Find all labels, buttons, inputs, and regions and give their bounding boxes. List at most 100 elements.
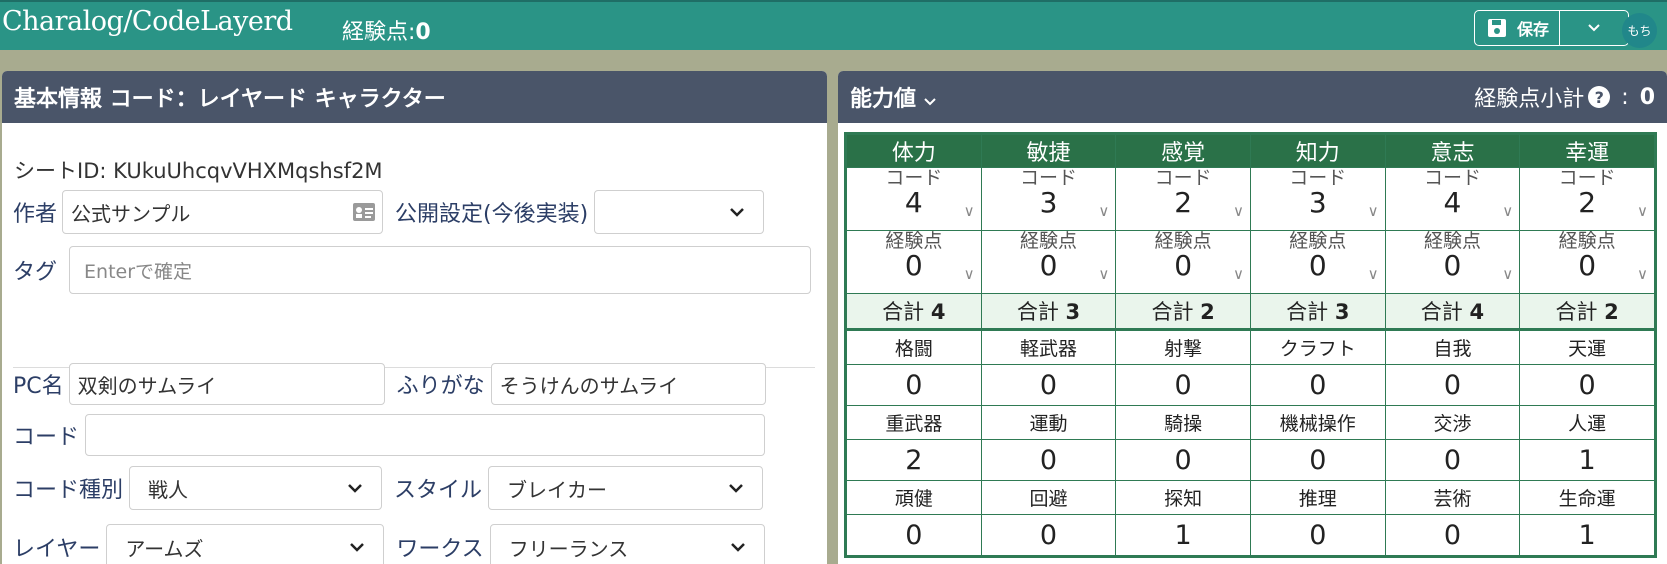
stat-xp-select[interactable]: 経験点 0 ∨ xyxy=(980,230,1117,294)
help-icon[interactable]: ? xyxy=(1588,86,1611,108)
stat-xp-select[interactable]: 経験点 0 ∨ xyxy=(1115,230,1251,294)
id-card-icon[interactable] xyxy=(352,202,376,222)
stat-xp-label: 経験点 xyxy=(1019,230,1077,252)
code-type-select[interactable]: 戦人 xyxy=(129,466,383,510)
basic-info-panel: 基本情報 コード：レイヤード キャラクター シートID: KUkuUhcqvVH… xyxy=(2,71,827,564)
stat-total-value: 2 xyxy=(1604,300,1619,324)
pc-name-input[interactable]: 双剣のサムライ xyxy=(68,363,385,405)
skill-value[interactable]: 1 xyxy=(1519,439,1655,481)
furigana-input[interactable]: そうけんのサムライ xyxy=(490,363,766,405)
chevron-down-icon xyxy=(730,208,745,217)
furigana-value: そうけんのサムライ xyxy=(499,373,679,398)
skill-value[interactable]: 0 xyxy=(1115,364,1251,406)
abilities-title-toggle[interactable]: 能力値 xyxy=(850,81,936,113)
skill-label: 天運 xyxy=(1519,328,1655,365)
skill-value[interactable]: 0 xyxy=(1249,364,1386,406)
top-navbar: Charalog/CodeLayerd 経験点:0 保存 もち xyxy=(0,0,1667,50)
skill-value[interactable]: 0 xyxy=(980,439,1117,481)
stat-xp-select[interactable]: 経験点 0 ∨ xyxy=(1519,230,1655,294)
layer-select[interactable]: アームズ xyxy=(106,524,385,564)
chevron-down-icon: ∨ xyxy=(1502,265,1514,283)
save-button-group: 保存 xyxy=(1474,10,1629,46)
stat-xp-value: 0 xyxy=(1443,249,1462,282)
stat-total-value: 4 xyxy=(1469,300,1485,324)
skill-value[interactable]: 0 xyxy=(1384,364,1521,406)
stat-code-select[interactable]: コード 3 ∨ xyxy=(980,167,1117,231)
stat-code-select[interactable]: コード 4 ∨ xyxy=(1384,167,1521,231)
skill-value[interactable]: 0 xyxy=(1115,439,1251,481)
abilities-panel: 能力値 経験点小計 ? : 0 体力 敏捷 感覚 知力 意志 幸運 コード 4 ∨ コード 3 ∨ コ… xyxy=(838,71,1667,564)
chevron-down-icon: ∨ xyxy=(1232,202,1244,220)
skill-label: 重武器 xyxy=(846,405,982,440)
visibility-select[interactable] xyxy=(594,190,765,234)
skill-value[interactable]: 2 xyxy=(846,439,982,481)
chevron-down-icon: ∨ xyxy=(1502,202,1514,220)
chevron-down-icon xyxy=(1588,24,1600,32)
works-select[interactable]: フリーランス xyxy=(489,524,765,564)
skill-value[interactable]: 0 xyxy=(1519,364,1655,406)
style-select[interactable]: ブレイカー xyxy=(488,466,764,510)
tag-input[interactable]: Enterで確定 xyxy=(69,246,812,294)
stat-total: 合計 2 xyxy=(1115,293,1251,330)
xp-value: 0 xyxy=(415,20,431,45)
skill-label: 自我 xyxy=(1384,328,1521,365)
skill-value[interactable]: 1 xyxy=(1115,514,1251,556)
stat-header: 敏捷 xyxy=(980,134,1117,168)
save-button[interactable]: 保存 xyxy=(1475,11,1561,45)
stat-total-value: 2 xyxy=(1200,300,1215,324)
skill-value[interactable]: 0 xyxy=(1384,439,1521,481)
app-logo[interactable]: Charalog/CodeLayerd xyxy=(2,6,293,37)
skill-value[interactable]: 0 xyxy=(980,364,1117,406)
stat-xp-select[interactable]: 経験点 0 ∨ xyxy=(1249,230,1386,294)
stat-code-label: コード xyxy=(885,167,943,189)
stat-total-label: 合計 xyxy=(1555,300,1598,324)
stat-code-label: コード xyxy=(1289,167,1347,189)
xp-label: 経験点: xyxy=(342,20,416,45)
visibility-label: 公開設定(今後実装) xyxy=(395,202,589,227)
stat-code-select[interactable]: コード 2 ∨ xyxy=(1115,167,1251,231)
stat-code-label: コード xyxy=(1154,167,1212,189)
skill-value[interactable]: 0 xyxy=(846,364,982,406)
stat-xp-select[interactable]: 経験点 0 ∨ xyxy=(1384,230,1521,294)
tag-placeholder: Enterで確定 xyxy=(84,260,193,283)
save-dropdown-toggle[interactable] xyxy=(1560,11,1628,45)
ability-grid: 体力 敏捷 感覚 知力 意志 幸運 コード 4 ∨ コード 3 ∨ コード 2 ∨ コード 3 ∨ コード 4 ∨ コー… xyxy=(844,132,1657,558)
basic-info-header: 基本情報 コード：レイヤード キャラクター xyxy=(2,71,827,123)
xp-subtotal-colon: : xyxy=(1614,84,1636,110)
skill-label: 機械操作 xyxy=(1249,405,1386,440)
stat-code-value: 4 xyxy=(904,186,923,219)
chevron-down-icon: ∨ xyxy=(1098,265,1110,283)
chevron-down-icon: ∨ xyxy=(1098,202,1110,220)
skill-value[interactable]: 0 xyxy=(846,514,982,556)
stat-code-select[interactable]: コード 3 ∨ xyxy=(1249,167,1386,231)
stat-total-label: 合計 xyxy=(1286,300,1329,324)
stat-code-select[interactable]: コード 2 ∨ xyxy=(1519,167,1655,231)
code-input[interactable] xyxy=(85,414,766,456)
chevron-down-icon xyxy=(348,484,362,493)
chevron-down-icon: ∨ xyxy=(1637,202,1648,220)
skill-value[interactable]: 1 xyxy=(1519,514,1655,556)
skill-label: 射撃 xyxy=(1115,328,1251,365)
author-label: 作者 xyxy=(13,202,58,227)
stat-code-select[interactable]: コード 4 ∨ xyxy=(846,167,982,231)
author-field[interactable]: 公式サンプル xyxy=(62,190,384,234)
skill-label: 騎操 xyxy=(1115,405,1251,440)
skill-value[interactable]: 0 xyxy=(1249,439,1386,481)
skill-label: 軽武器 xyxy=(980,328,1117,365)
skill-label: 探知 xyxy=(1115,480,1251,515)
code-label: コード xyxy=(13,425,80,450)
code-type-value: 戦人 xyxy=(148,477,189,502)
skill-value[interactable]: 0 xyxy=(1384,514,1521,556)
skill-value[interactable]: 0 xyxy=(1249,514,1386,556)
code-type-label: コード種別 xyxy=(13,478,124,503)
stat-xp-select[interactable]: 経験点 0 ∨ xyxy=(846,230,982,294)
skill-value[interactable]: 0 xyxy=(980,514,1117,556)
stat-total: 合計 2 xyxy=(1519,293,1655,330)
stat-xp-value: 0 xyxy=(1578,249,1597,282)
stat-total-label: 合計 xyxy=(1151,300,1194,324)
skill-label: クラフト xyxy=(1249,328,1386,365)
chevron-down-icon: ∨ xyxy=(963,202,975,220)
stat-header: 知力 xyxy=(1249,134,1386,168)
layer-value: アームズ xyxy=(125,536,204,561)
user-avatar[interactable]: もち xyxy=(1622,13,1657,48)
